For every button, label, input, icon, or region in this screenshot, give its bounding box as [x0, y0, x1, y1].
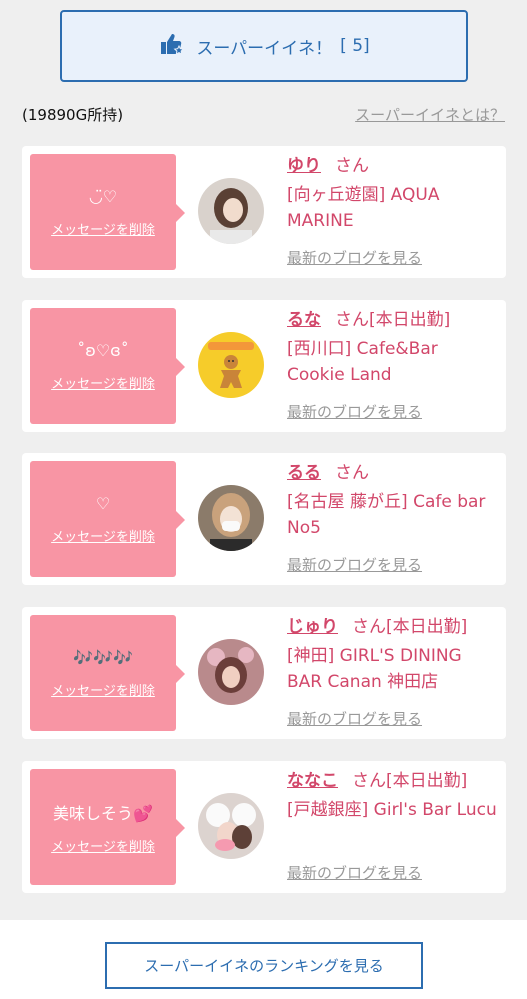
about-super-like-link[interactable]: スーパーイイネとは？	[355, 104, 505, 125]
message-card: 🎶🎶🎶 メッセージを削除 じゅり さん[本日出勤] [神田] GIRL'S DIN…	[22, 607, 506, 739]
latest-blog-link[interactable]: 最新のブログを見る	[287, 401, 422, 422]
footer: スーパーイイネのランキングを見る	[0, 920, 527, 999]
shop-name[interactable]: [向ヶ丘遊園] AQUA MARINE	[287, 182, 497, 234]
latest-blog-link[interactable]: 最新のブログを見る	[287, 554, 422, 575]
message-bubble: 🎶🎶🎶 メッセージを削除	[30, 615, 185, 731]
message-text: 🎶🎶🎶	[73, 647, 133, 667]
ranking-button[interactable]: スーパーイイネのランキングを見る	[105, 942, 423, 989]
girl-name-link[interactable]: ゆり	[287, 156, 321, 176]
message-text: 美味しそう💕	[53, 803, 153, 823]
message-text: ◡̈♡	[88, 186, 118, 206]
delete-message-link[interactable]: メッセージを削除	[51, 680, 155, 699]
shop-name[interactable]: [神田] GIRL'S DINING BAR Canan 神田店	[287, 643, 497, 695]
honorific: さん	[335, 463, 369, 483]
super-like-button[interactable]: スーパーイイネ！ [ 5]	[60, 10, 468, 82]
message-card: ˚ʚ♡ɞ˚ メッセージを削除 るな さん[本日出勤] [西川口] Cafe&Bar…	[22, 300, 506, 432]
status-text: [本日出勤]	[369, 310, 451, 330]
delete-message-link[interactable]: メッセージを削除	[51, 836, 155, 855]
girl-name-link[interactable]: るな	[287, 310, 321, 330]
shop-name[interactable]: [名古屋 藤が丘] Cafe bar No5	[287, 489, 497, 541]
avatar[interactable]	[198, 485, 264, 551]
message-card: ♡ メッセージを削除 るる さん [名古屋 藤が丘] Cafe bar No5 最…	[22, 453, 506, 585]
honorific: さん	[335, 310, 369, 330]
message-text: ♡	[95, 493, 111, 513]
shop-name[interactable]: [西川口] Cafe&Bar Cookie Land	[287, 336, 497, 388]
honorific: さん	[335, 156, 369, 176]
message-bubble: ˚ʚ♡ɞ˚ メッセージを削除	[30, 308, 185, 424]
shop-name[interactable]: [戸越銀座] Girl's Bar Lucu	[287, 797, 497, 823]
thumbs-up-icon	[158, 31, 196, 62]
message-text: ˚ʚ♡ɞ˚	[77, 340, 129, 360]
latest-blog-link[interactable]: 最新のブログを見る	[287, 247, 422, 268]
super-like-count: [ 5]	[340, 36, 370, 56]
status-text: [本日出勤]	[386, 617, 468, 637]
girl-name-link[interactable]: るる	[287, 463, 321, 483]
message-card: ◡̈♡ メッセージを削除 ゆり さん [向ヶ丘遊園] AQUA MARINE 最新…	[22, 146, 506, 278]
message-card: 美味しそう💕 メッセージを削除 ななこ さん[本日出勤] [戸越銀座] Girl'…	[22, 761, 506, 893]
avatar[interactable]	[198, 332, 264, 398]
avatar[interactable]	[198, 793, 264, 859]
message-bubble: ♡ メッセージを削除	[30, 461, 185, 577]
avatar[interactable]	[198, 178, 264, 244]
delete-message-link[interactable]: メッセージを削除	[51, 373, 155, 392]
girl-name-link[interactable]: じゅり	[287, 617, 338, 637]
delete-message-link[interactable]: メッセージを削除	[51, 219, 155, 238]
gold-owned: (19890G所持)	[22, 106, 124, 124]
message-bubble: 美味しそう💕 メッセージを削除	[30, 769, 185, 885]
honorific: さん	[352, 771, 386, 791]
super-like-label: スーパーイイネ！	[196, 38, 333, 59]
status-text: [本日出勤]	[386, 771, 468, 791]
honorific: さん	[352, 617, 386, 637]
latest-blog-link[interactable]: 最新のブログを見る	[287, 708, 422, 729]
message-bubble: ◡̈♡ メッセージを削除	[30, 154, 185, 270]
girl-name-link[interactable]: ななこ	[287, 771, 338, 791]
avatar[interactable]	[198, 639, 264, 705]
delete-message-link[interactable]: メッセージを削除	[51, 526, 155, 545]
latest-blog-link[interactable]: 最新のブログを見る	[287, 862, 422, 883]
